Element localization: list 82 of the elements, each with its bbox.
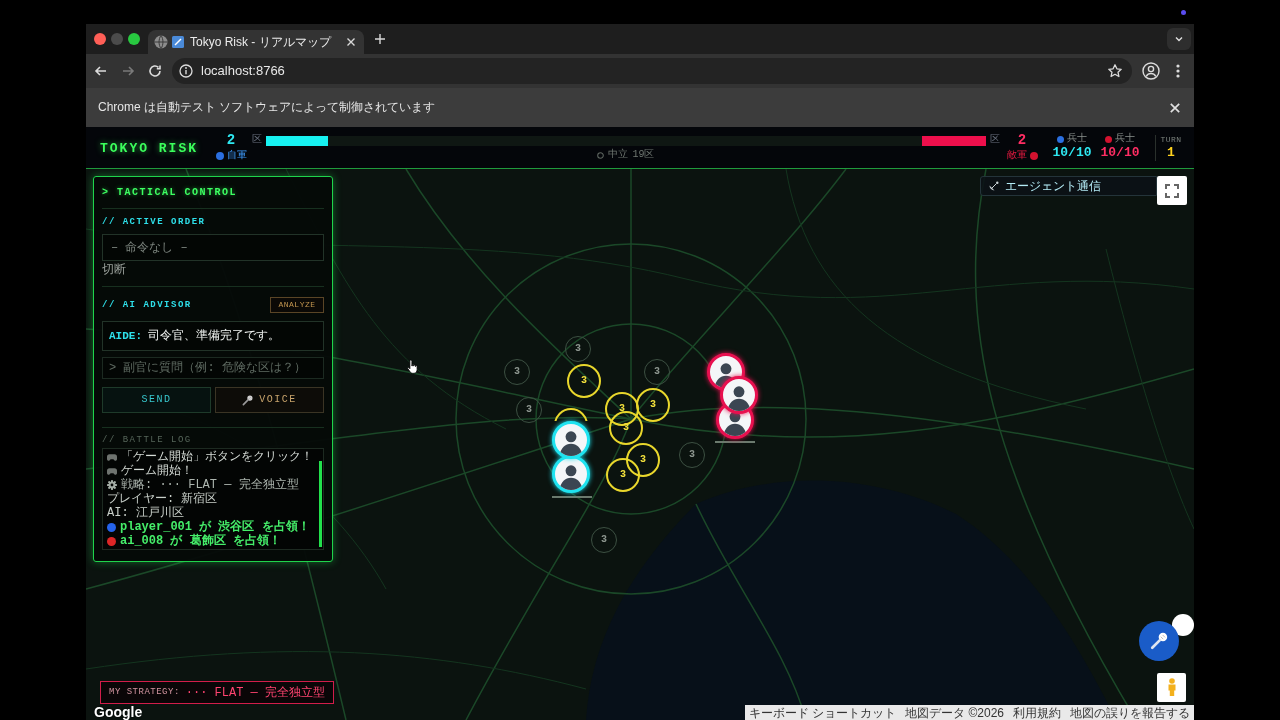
hand-cursor-icon	[406, 359, 419, 374]
globe-icon	[154, 35, 168, 49]
agent-panel-title: エージェント通信	[1005, 179, 1101, 193]
neutral-count: 19区	[632, 149, 655, 161]
scrollbar[interactable]	[319, 461, 322, 547]
troops-value: 10/10	[1100, 145, 1140, 160]
team-label: 敵軍	[1006, 150, 1027, 162]
log-entry: ゲーム開始！	[121, 464, 193, 478]
more-menu-icon[interactable]	[1176, 64, 1180, 78]
infobar-message: Chrome は自動テスト ソフトウェアによって制御されています	[98, 100, 436, 115]
gear-icon	[107, 480, 117, 490]
page-icon	[172, 36, 184, 48]
section-heading: // ACTIVE ORDER	[102, 216, 207, 228]
tab-list-button[interactable]	[1167, 28, 1191, 50]
log-entry: ai_008 が 葛飾区 を占領！	[120, 534, 281, 548]
strategy-value: ··· FLAT — 完全独立型	[185, 685, 326, 700]
log-entry: 戦略: ··· FLAT — 完全独立型	[121, 478, 299, 492]
reload-icon[interactable]	[147, 63, 163, 79]
gamepad-icon	[107, 466, 117, 476]
territory-marker[interactable]: 3	[636, 388, 670, 422]
team-dot-icon	[215, 152, 224, 160]
troops-label: 兵士	[1067, 133, 1087, 145]
terms-link[interactable]: 利用規約	[1009, 705, 1065, 720]
chevron-down-icon	[1174, 34, 1184, 44]
turn-label: TURN	[1160, 134, 1182, 145]
close-window-icon[interactable]	[94, 33, 106, 45]
speaker-label: AIDE:	[109, 329, 142, 343]
log-entry: プレイヤー: 新宿区	[107, 492, 218, 506]
analyze-button[interactable]: ANALYZE	[270, 297, 324, 313]
close-icon[interactable]	[1169, 101, 1181, 114]
question-input[interactable]: > 副官に質問（例: 危険な区は？）	[102, 357, 324, 379]
troops-value: 10/10	[1052, 145, 1092, 160]
territory-marker[interactable]: 3	[626, 443, 660, 477]
game-logo: TOKYO RISK	[100, 140, 198, 156]
report-error-link[interactable]: 地図の誤りを報告する	[1066, 705, 1194, 720]
fullscreen-icon	[1165, 183, 1179, 198]
territory-marker[interactable]: 3	[606, 458, 640, 492]
territory-marker[interactable]: 3	[609, 411, 643, 445]
browser-tab[interactable]: Tokyo Risk - リアルマップ	[148, 30, 364, 54]
territory-count: 2	[1017, 132, 1027, 148]
turn-number: 1	[1167, 145, 1175, 160]
new-tab-icon[interactable]	[374, 33, 386, 45]
address-bar[interactable]: localhost:8766	[172, 58, 1132, 84]
send-button[interactable]: SEND	[102, 387, 211, 413]
logo-text: Google	[94, 704, 143, 720]
territory-count: 2	[226, 132, 236, 148]
log-entry: 「ゲーム開始」ボタンをクリック！	[121, 450, 313, 464]
gamepad-icon	[107, 452, 117, 462]
ring-icon	[597, 151, 605, 159]
maximize-window-icon[interactable]	[128, 33, 140, 45]
profile-icon[interactable]	[1142, 62, 1160, 80]
star-icon[interactable]	[1107, 63, 1123, 79]
log-entry: AI: 江戸川区	[107, 506, 184, 520]
team-dot-icon	[1029, 152, 1038, 160]
unit-label: 区	[989, 134, 1001, 146]
connection-status: 切断	[102, 263, 127, 276]
microphone-icon	[1150, 632, 1168, 650]
territory-marker[interactable]: 3	[567, 364, 601, 398]
fullscreen-button[interactable]	[1157, 176, 1187, 205]
microphone-icon	[242, 394, 254, 406]
neutral-label: 中立	[608, 149, 629, 161]
active-order-box: – 命令なし –	[102, 234, 324, 261]
strategy-label: MY STRATEGY:	[109, 687, 180, 698]
close-icon[interactable]	[346, 37, 356, 47]
map-data-text: 地図データ ©2026	[904, 705, 1005, 720]
team-dot-icon	[1105, 135, 1112, 143]
log-entry: player_001 が 渋谷区 を占領！	[120, 520, 310, 534]
territory-marker[interactable]	[554, 408, 588, 421]
team-label: 自軍	[226, 150, 247, 162]
troops-label: 兵士	[1115, 133, 1135, 145]
advisor-message: 司令官、準備完了です。	[148, 329, 280, 343]
section-heading: // AI ADVISOR	[102, 299, 192, 311]
unit-label: 区	[251, 134, 263, 146]
person-icon	[1166, 678, 1177, 697]
voice-button[interactable]: VOICE	[215, 387, 324, 413]
team-dot-icon	[1057, 135, 1064, 143]
info-icon[interactable]	[179, 64, 193, 78]
keyboard-shortcuts-button[interactable]: キーボード ショートカット	[744, 705, 901, 720]
section-heading: // BATTLE LOG	[102, 434, 193, 446]
dot-icon	[1181, 10, 1186, 15]
satellite-dish-icon	[989, 181, 999, 191]
panel-title: > TACTICAL CONTROL	[102, 187, 239, 199]
